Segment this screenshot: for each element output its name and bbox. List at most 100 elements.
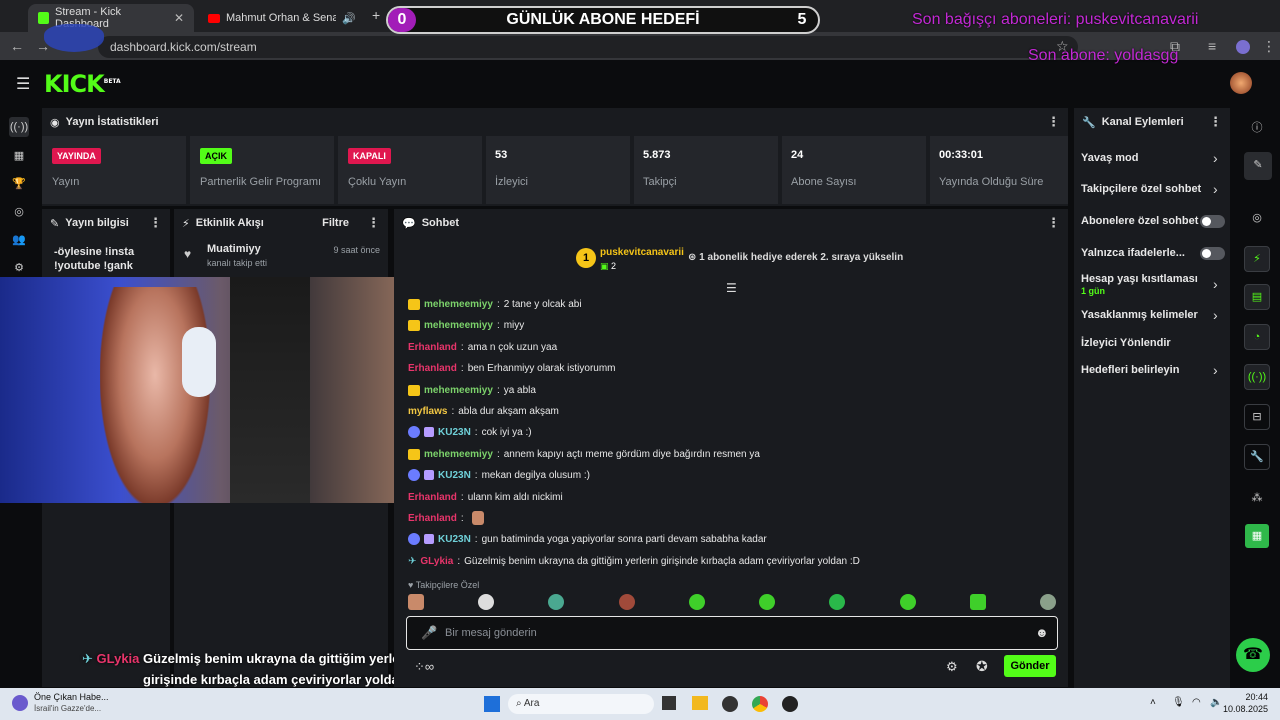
emote[interactable] [899,594,916,610]
layout-icon[interactable]: ⊟ [1244,404,1270,430]
chevron-right-icon[interactable]: › [1213,362,1218,378]
chat-username[interactable]: Erhanland [408,513,457,524]
more-icon[interactable]: ⋮ [1047,215,1060,231]
emote[interactable] [548,594,565,610]
chat-username[interactable]: Erhanland [408,342,457,353]
lightning-icon[interactable]: ⚡ [1244,246,1270,272]
chat-settings-icon[interactable]: ⚙ [946,659,958,675]
clock-date[interactable]: 10.08.2025 [1214,704,1268,714]
chat-username[interactable]: Erhanland [408,492,457,503]
chat-username[interactable]: KU23N [438,427,471,438]
back-icon[interactable]: ← [10,38,24,54]
emote[interactable] [478,594,495,610]
chat-icon[interactable]: ◔ [1244,324,1270,350]
extension-icon[interactable]: ▦ [1245,524,1269,548]
chat-input-box[interactable]: 🎤 Bir mesaj gönderin ☻ [406,616,1058,650]
chevron-right-icon[interactable]: › [1213,150,1218,166]
more-icon[interactable]: ⋮ [1209,114,1222,130]
scroll-down-icon[interactable]: ☰ [726,281,737,295]
rewards-icon[interactable]: ✪ [976,658,988,675]
broadcast-icon[interactable]: ((·)) [9,117,29,137]
emoji-icon[interactable]: ☻ [1035,625,1049,640]
emote[interactable] [829,594,846,610]
microphone-icon[interactable]: 🎤 [421,625,437,641]
user-avatar[interactable] [1230,72,1252,94]
settings-icon[interactable]: ⚙ [9,258,29,278]
subscribers-only-toggle[interactable] [1200,215,1225,228]
chat-username[interactable]: mehemeemiyy [424,320,493,331]
action-set-goals[interactable]: Hedefleri belirleyin [1081,364,1179,376]
emote[interactable] [1039,594,1056,610]
action-raid-viewers[interactable]: İzleyici Yönlendir [1081,337,1171,349]
mic-icon[interactable]: 🎙 [1172,697,1185,708]
app-icon[interactable] [722,696,738,712]
chevron-right-icon[interactable]: › [1213,181,1218,197]
new-tab-icon[interactable]: + [372,7,380,23]
action-slow-mode[interactable]: Yavaş mod [1081,152,1138,164]
hamburger-icon[interactable]: ☰ [16,74,30,94]
emote[interactable] [618,594,635,610]
chevron-right-icon[interactable]: › [1213,276,1218,292]
chat-username[interactable]: mehemeemiyy [424,449,493,460]
file-explorer-icon[interactable] [692,696,708,710]
chevron-right-icon[interactable]: › [1213,307,1218,323]
subscriber-goal-bar: 0 GÜNLÜK ABONE HEDEFİ 5 [386,6,820,34]
menu-list-icon[interactable]: ≡ [1208,38,1216,54]
chrome-icon[interactable] [752,696,768,712]
task-view-icon[interactable] [662,696,676,710]
action-followers-only[interactable]: Takipçilere özel sohbet [1081,183,1201,195]
emote[interactable] [471,511,484,525]
separator: : [460,362,464,374]
activity-user[interactable]: Muatimiyy [207,243,261,255]
kebab-menu-icon[interactable]: ⋮ [1262,38,1276,55]
users-icon[interactable]: 👥 [9,230,29,250]
edit-icon[interactable]: ✎ [1244,152,1272,180]
send-button[interactable]: Gönder [1004,655,1056,677]
tab-youtube[interactable]: Mahmut Orhan & Sena Sener 🔊 [198,4,368,32]
taskbar-search[interactable]: ⌕ Ara [508,694,654,714]
more-icon[interactable]: ⋮ [149,215,162,231]
wifi-icon[interactable]: ◠ [1192,697,1201,708]
camera-icon[interactable]: ◎ [9,202,29,222]
close-icon[interactable]: ✕ [174,11,184,25]
more-icon[interactable]: ⋮ [1047,114,1060,130]
activity-header: ⚡ Etkinlik Akışı Filtre ⋮ [174,209,388,237]
emote[interactable] [408,594,424,610]
tools-icon[interactable]: 🔧 [1244,444,1270,470]
document-icon[interactable]: ▤ [1244,284,1270,310]
chat-username[interactable]: mehemeemiyy [424,299,493,310]
app-g-icon[interactable] [782,696,798,712]
action-banned-words[interactable]: Yasaklanmış kelimeler [1081,309,1198,321]
info-icon[interactable]: ⓘ [1247,118,1267,138]
chat-username[interactable]: KU23N [438,470,471,481]
kick-logo[interactable]: KICKBETA [44,70,121,98]
emote[interactable] [969,594,986,610]
more-icon[interactable]: ⋮ [367,215,380,231]
clock-time[interactable]: 20:44 [1232,692,1268,702]
url-field[interactable]: dashboard.kick.com/stream [98,36,1078,58]
broadcast-green-icon[interactable]: ((·)) [1244,364,1270,390]
emote[interactable] [759,594,776,610]
share-icon[interactable]: ⁂ [1247,488,1267,508]
pinned-user[interactable]: puskevitcanavarii [600,247,684,258]
subtitle-line-2: girişinde kırbaçla adam çeviriyorlar yol… [143,672,425,687]
chat-username[interactable]: mehemeemiyy [424,385,493,396]
profile-avatar[interactable] [1236,40,1250,54]
news-title[interactable]: Öne Çıkan Habe... [34,692,109,702]
windows-start-icon[interactable] [484,696,500,712]
emotes-only-toggle[interactable] [1200,247,1225,260]
chat-username[interactable]: myflaws [408,406,447,417]
stats-icon[interactable]: ▦ [9,146,29,166]
chat-username[interactable]: GLykia [420,556,453,567]
chevron-up-icon[interactable]: ˄ [1150,697,1156,708]
chat-username[interactable]: Erhanland [408,363,457,374]
support-headset-icon[interactable]: ☎ [1236,638,1270,672]
news-widget-icon[interactable] [12,695,28,711]
chat-username[interactable]: KU23N [438,534,471,545]
action-account-age[interactable]: Hesap yaşı kısıtlaması [1081,273,1198,285]
trophy-icon[interactable]: 🏆 [9,174,29,194]
filter-button[interactable]: Filtre [322,217,349,229]
emote[interactable] [688,594,705,610]
chat-input-placeholder[interactable]: Bir mesaj gönderin [445,627,537,639]
webcam-icon[interactable]: ◎ [1247,208,1267,228]
